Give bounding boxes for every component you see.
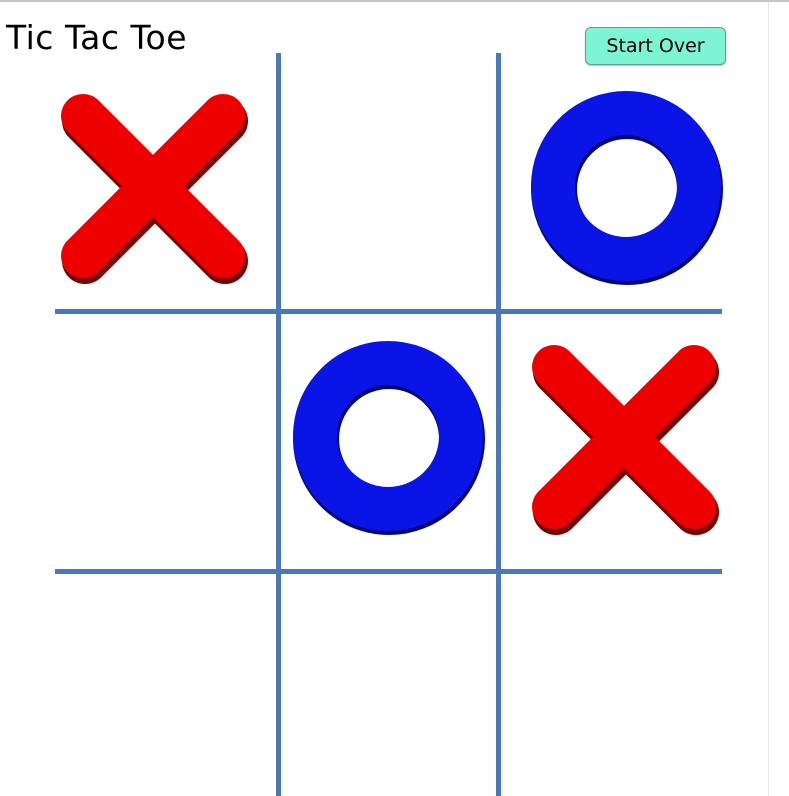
- board-cell-7[interactable]: [55, 574, 276, 796]
- board-cell-9[interactable]: [501, 574, 722, 796]
- game-page: Tic Tac Toe Start Over: [0, 0, 789, 796]
- x-mark-icon: [61, 94, 248, 284]
- board-cell-4[interactable]: [55, 314, 276, 569]
- game-board: [0, 0, 789, 796]
- x-mark-icon: [532, 345, 719, 535]
- o-mark-icon: [293, 341, 485, 535]
- o-mark-icon: [531, 91, 723, 285]
- board-cell-2[interactable]: [281, 60, 496, 309]
- board-cell-8[interactable]: [281, 574, 496, 796]
